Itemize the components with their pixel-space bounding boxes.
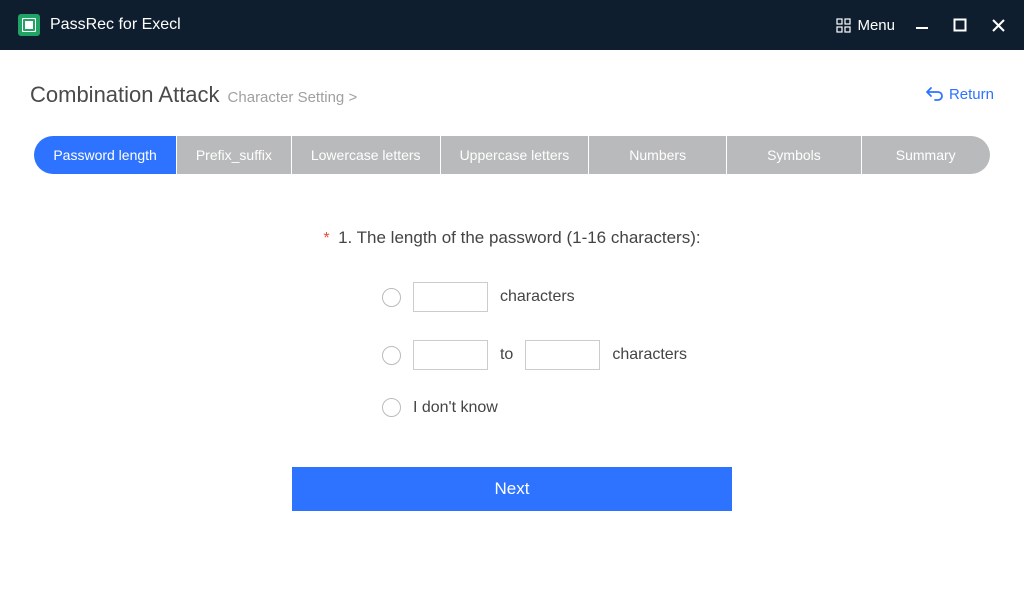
range-chars-label: characters <box>612 346 687 364</box>
titlebar: PassRec for Execl Menu <box>0 0 1024 50</box>
return-arrow-icon <box>925 86 943 102</box>
return-label: Return <box>949 86 994 103</box>
page-subtitle[interactable]: Character Setting > <box>228 89 358 106</box>
menu-label: Menu <box>857 17 895 34</box>
page-title: Combination Attack <box>30 82 220 108</box>
next-button[interactable]: Next <box>292 467 732 511</box>
minimize-button[interactable] <box>915 18 929 32</box>
question: * 1. The length of the password (1-16 ch… <box>30 228 994 248</box>
option-range-length: to characters <box>382 340 687 370</box>
tab-prefix-suffix[interactable]: Prefix_suffix <box>177 136 291 174</box>
range-to-input[interactable] <box>525 340 600 370</box>
radio-range-length[interactable] <box>382 346 401 365</box>
option-single-length: characters <box>382 282 575 312</box>
close-button[interactable] <box>991 18 1006 33</box>
question-text: 1. The length of the password (1-16 char… <box>338 228 701 247</box>
single-length-input[interactable] <box>413 282 488 312</box>
option-dont-know: I don't know <box>382 398 498 417</box>
window-controls <box>915 18 1006 33</box>
titlebar-right: Menu <box>836 17 1006 34</box>
tab-numbers[interactable]: Numbers <box>589 136 726 174</box>
header-row: Combination Attack Character Setting > R… <box>30 82 994 108</box>
tab-lowercase-letters[interactable]: Lowercase letters <box>292 136 440 174</box>
tabs: Password length Prefix_suffix Lowercase … <box>34 136 989 174</box>
options: characters to characters I don't know <box>337 282 687 417</box>
single-chars-label: characters <box>500 288 575 306</box>
return-link[interactable]: Return <box>925 86 994 103</box>
radio-single-length[interactable] <box>382 288 401 307</box>
tab-uppercase-letters[interactable]: Uppercase letters <box>441 136 589 174</box>
radio-dont-know[interactable] <box>382 398 401 417</box>
maximize-button[interactable] <box>953 18 967 32</box>
tab-summary[interactable]: Summary <box>862 136 990 174</box>
tab-password-length[interactable]: Password length <box>34 136 176 174</box>
next-button-container: Next <box>30 467 994 511</box>
dont-know-label: I don't know <box>413 399 498 417</box>
menu-grid-icon <box>836 18 851 33</box>
range-to-label: to <box>500 346 513 364</box>
menu-button[interactable]: Menu <box>836 17 895 34</box>
breadcrumb: Combination Attack Character Setting > <box>30 82 357 108</box>
titlebar-left: PassRec for Execl <box>18 14 181 36</box>
app-title: PassRec for Execl <box>50 16 181 34</box>
app-icon <box>18 14 40 36</box>
range-from-input[interactable] <box>413 340 488 370</box>
content: Combination Attack Character Setting > R… <box>0 50 1024 511</box>
required-asterisk: * <box>323 230 329 247</box>
tabs-container: Password length Prefix_suffix Lowercase … <box>30 136 994 174</box>
tab-symbols[interactable]: Symbols <box>727 136 861 174</box>
